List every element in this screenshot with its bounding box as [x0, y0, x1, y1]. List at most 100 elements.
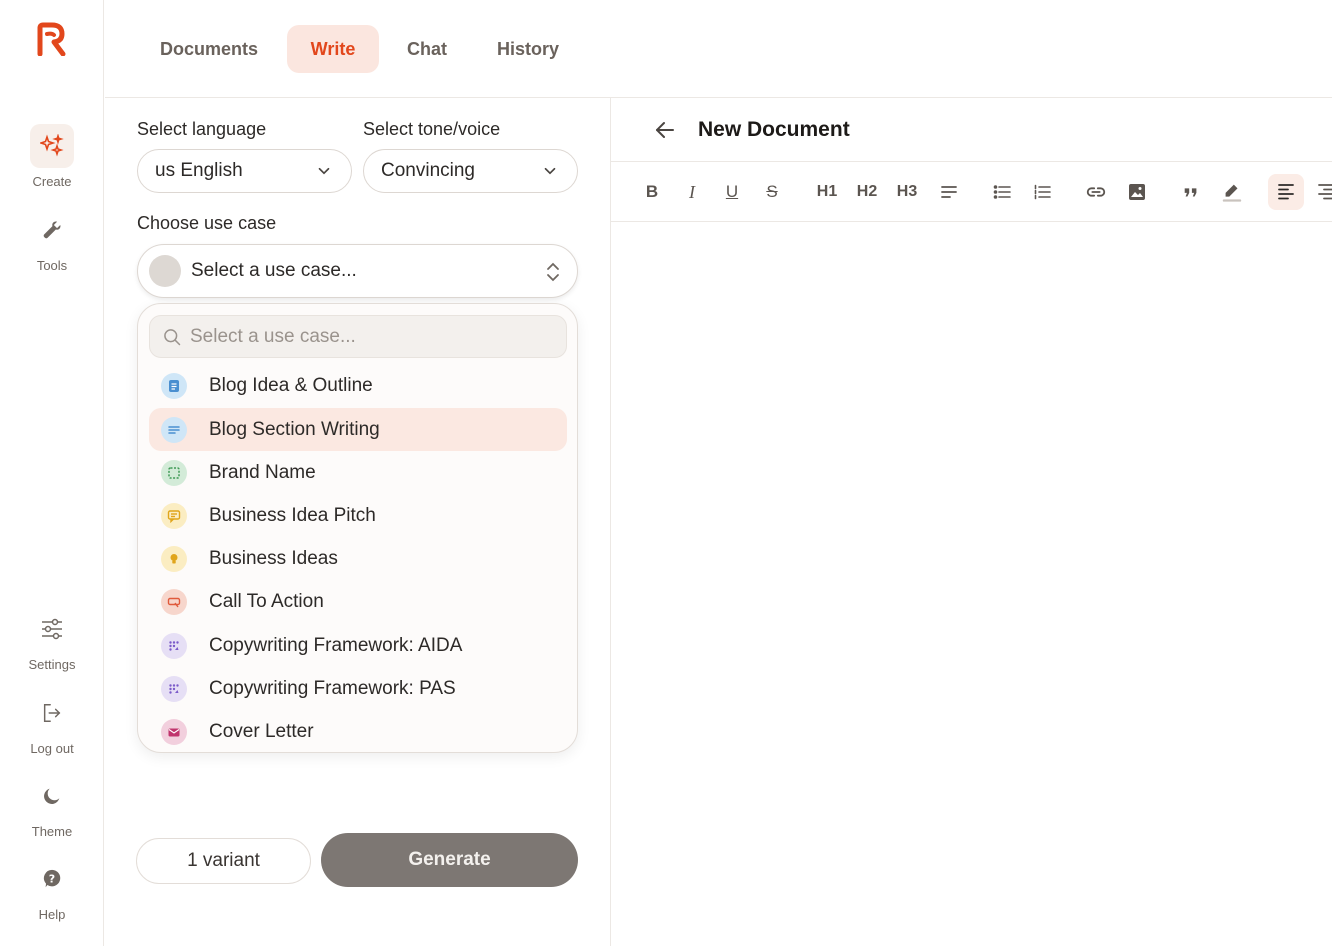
paragraph-button[interactable] [931, 174, 967, 210]
sidebar-item-theme[interactable]: Theme [0, 774, 104, 839]
wrench-icon [30, 208, 74, 252]
grid-dots-icon [161, 632, 187, 659]
variant-select[interactable]: 1 variant [136, 838, 311, 884]
numbered-list-button[interactable] [1024, 174, 1060, 210]
bullet-list-icon [993, 185, 1011, 199]
usecase-option-label: Call To Action [209, 590, 324, 612]
link-icon [1086, 187, 1106, 197]
h2-icon: H2 [856, 183, 878, 200]
usecase-option-label: Business Ideas [209, 547, 338, 569]
usecase-option[interactable]: Brand Name [149, 451, 567, 494]
image-icon [1129, 184, 1145, 200]
envelope-icon [161, 718, 187, 745]
heading1-button[interactable]: H1 [809, 174, 845, 210]
search-icon [164, 328, 181, 345]
usecase-select[interactable]: Select a use case... [137, 244, 578, 298]
usecase-option[interactable]: Blog Section Writing [149, 408, 567, 451]
language-label: Select language [137, 119, 267, 139]
h1-icon: H1 [816, 183, 838, 200]
dashed-square-icon [161, 459, 187, 486]
sidebar-label: Log out [30, 741, 74, 756]
tone-select[interactable]: Convincing [363, 149, 578, 193]
sidebar-item-help[interactable]: ? Help [0, 857, 104, 922]
usecase-option-label: Blog Idea & Outline [209, 374, 373, 396]
app-logo[interactable] [36, 22, 66, 56]
heading3-button[interactable]: H3 [889, 174, 925, 210]
editor-canvas[interactable] [611, 223, 1332, 946]
sidebar-item-settings[interactable]: Settings [0, 607, 104, 672]
align-right-button[interactable] [1308, 174, 1332, 210]
usecase-search[interactable] [149, 315, 567, 358]
cursor-box-icon [161, 588, 187, 615]
help-icon: ? [30, 857, 74, 901]
text-lines-icon [161, 416, 187, 443]
tab-chat[interactable]: Chat [389, 25, 465, 73]
image-button[interactable] [1119, 174, 1155, 210]
editor-header: New Document [611, 98, 1332, 162]
usecase-label: Choose use case [137, 213, 277, 233]
editor-toolbar: B I U S H1 H2 H3 [611, 162, 1332, 222]
usecase-value: Select a use case... [191, 260, 357, 281]
usecase-option[interactable]: Blog Idea & Outline [149, 364, 567, 407]
italic-button[interactable]: I [674, 174, 710, 210]
bullet-list-button[interactable] [984, 174, 1020, 210]
usecase-option[interactable]: Business Idea Pitch [149, 494, 567, 537]
sparkles-icon [30, 124, 74, 168]
bold-button[interactable]: B [634, 174, 670, 210]
tone-value: Convincing [381, 160, 475, 181]
chevron-down-icon [544, 167, 556, 175]
sliders-icon [30, 607, 74, 651]
language-select[interactable]: us English [137, 149, 352, 193]
usecase-option[interactable]: Copywriting Framework: AIDA [149, 624, 567, 667]
sidebar-label: Create [32, 174, 72, 189]
quote-button[interactable] [1173, 174, 1209, 210]
usecase-option[interactable]: Call To Action [149, 580, 567, 623]
strikethrough-icon: S [766, 182, 778, 201]
usecase-option[interactable]: Copywriting Framework: PAS [149, 667, 567, 710]
usecase-option[interactable]: Business Ideas [149, 537, 567, 580]
usecase-option-label: Cover Letter [209, 720, 314, 742]
document-icon [161, 372, 187, 399]
usecase-option[interactable]: Cover Letter [149, 710, 567, 752]
top-nav: Documents Write Chat History [105, 0, 1332, 98]
usecase-option-label: Copywriting Framework: AIDA [209, 634, 463, 656]
align-left-icon [1278, 184, 1294, 200]
highlight-pen-icon [1222, 184, 1242, 202]
underline-button[interactable]: U [714, 174, 750, 210]
sidebar-label: Settings [28, 657, 76, 672]
generate-button[interactable]: Generate [321, 833, 578, 887]
tone-label: Select tone/voice [363, 119, 501, 139]
sidebar-item-logout[interactable]: Log out [0, 691, 104, 756]
logout-icon [30, 691, 74, 735]
chevron-updown-icon [547, 262, 559, 282]
paragraph-icon [941, 186, 957, 198]
usecase-option-label: Copywriting Framework: PAS [209, 677, 456, 699]
heading2-button[interactable]: H2 [849, 174, 885, 210]
sidebar-label: Theme [31, 824, 73, 839]
sidebar-item-tools[interactable]: Tools [0, 208, 104, 273]
sidebar-item-create[interactable]: Create [0, 124, 104, 189]
bold-icon: B [645, 182, 659, 201]
usecase-dropdown: Blog Idea & Outline Blog Section Writing… [137, 303, 578, 753]
usecase-option-label: Blog Section Writing [209, 418, 380, 440]
usecase-option-label: Brand Name [209, 461, 316, 483]
lightbulb-icon [161, 545, 187, 572]
italic-icon: I [689, 181, 695, 202]
h3-icon: H3 [896, 183, 918, 200]
quote-icon [1184, 188, 1197, 197]
arrow-left-icon[interactable] [653, 118, 677, 142]
usecase-search-input[interactable] [190, 325, 550, 348]
language-value: us English [155, 160, 243, 181]
tab-documents[interactable]: Documents [145, 25, 273, 73]
align-left-button[interactable] [1268, 174, 1304, 210]
tab-history[interactable]: History [479, 25, 577, 73]
strikethrough-button[interactable]: S [754, 174, 790, 210]
link-button[interactable] [1078, 174, 1114, 210]
highlight-button[interactable] [1214, 174, 1250, 210]
message-icon [161, 502, 187, 529]
tab-write[interactable]: Write [287, 25, 379, 73]
underline-icon: U [725, 182, 739, 201]
document-title: New Document [698, 118, 850, 141]
sidebar-label: Tools [36, 258, 68, 273]
sidebar: Create Tools Settings Log out Theme ? He… [0, 0, 104, 946]
